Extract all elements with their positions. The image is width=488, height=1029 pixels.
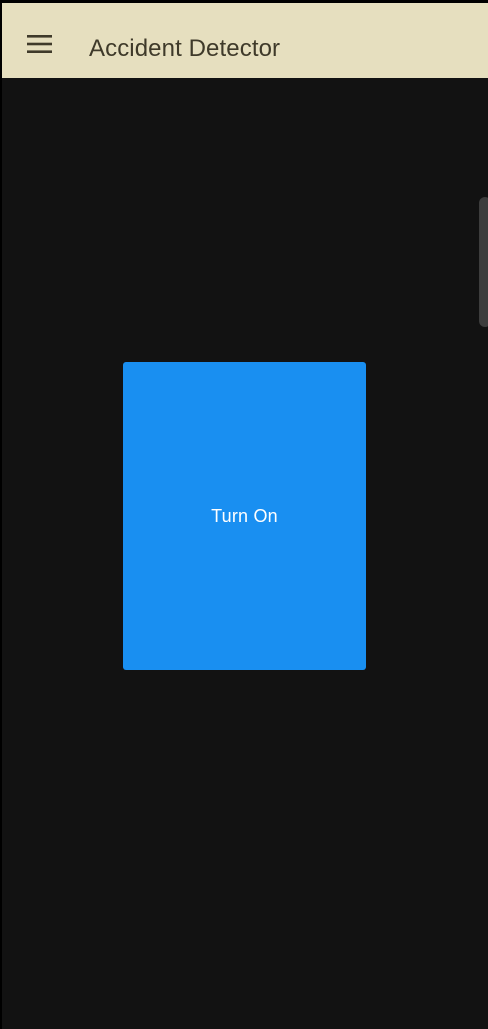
menu-button[interactable] <box>20 25 58 63</box>
app-title: Accident Detector <box>89 35 281 62</box>
scroll-indicator[interactable] <box>479 197 488 327</box>
turn-on-label: Turn On <box>211 506 278 526</box>
hamburger-menu-icon <box>26 35 52 53</box>
app-screen: Accident Detector Turn On <box>2 3 488 1029</box>
app-bar: Accident Detector <box>2 3 488 78</box>
turn-on-button[interactable]: Turn On <box>123 362 366 670</box>
